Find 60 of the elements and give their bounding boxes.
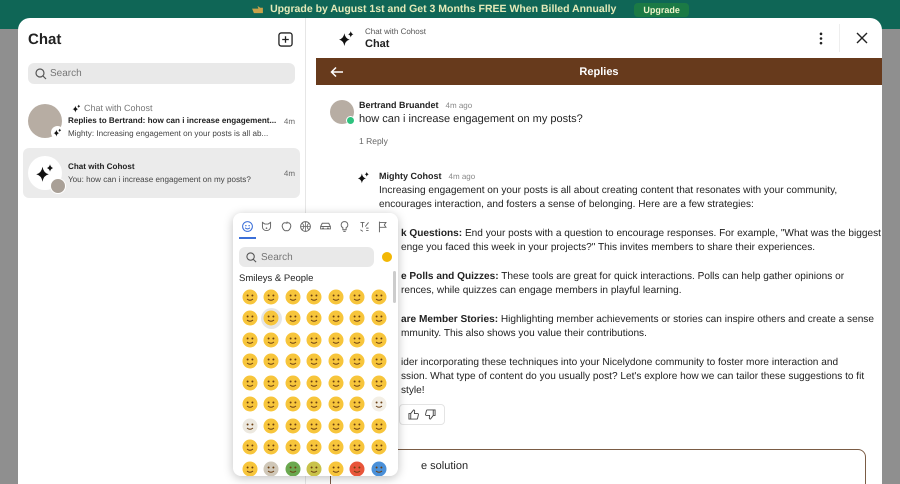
author-name: Bertrand Bruandet bbox=[359, 100, 439, 110]
chat-context: Chat with Cohost bbox=[84, 103, 153, 113]
avatar bbox=[28, 104, 62, 138]
reply-count[interactable]: 1 Reply bbox=[359, 136, 388, 146]
message-text: k Questions: End your posts with a question to encourage responses. For example, "What was the biggest bbox=[401, 226, 881, 241]
message-preview: Mighty: Increasing engagement on your posts is all ab... bbox=[68, 128, 270, 139]
search-field[interactable]: Search bbox=[28, 63, 295, 84]
apple-icon bbox=[280, 220, 293, 233]
message-text: how can i increase engagement on my posts? bbox=[359, 113, 583, 125]
close-icon[interactable] bbox=[856, 32, 868, 44]
chat-list-item[interactable]: Chat with Cohost Replies to Bertrand: how can i increase engagement... Mighty: Increasing engagement on your posts is all ab... 4m bbox=[23, 100, 300, 142]
author-name: Mighty Cohost bbox=[379, 171, 442, 181]
chat-list-item[interactable]: Chat with Cohost You: how can i increase engagement on my posts? 4m bbox=[23, 148, 300, 198]
message-text: are Member Stories: Highlighting member achievements or stories can inspire others and create a sense bbox=[401, 312, 875, 327]
message-text: ssion. What type of content do you usually post? Let's explore how we can tailor these suggestions to fit bbox=[401, 370, 866, 384]
emoji-search-field[interactable]: Search bbox=[239, 247, 374, 267]
lightbulb-icon bbox=[338, 220, 352, 233]
search-icon bbox=[35, 68, 47, 80]
sparkle-icon bbox=[53, 128, 62, 137]
chat-subtitle: Chat with Cohost bbox=[365, 26, 427, 36]
symbols-icon bbox=[358, 220, 371, 233]
timestamp: 4m ago bbox=[448, 172, 476, 181]
avatar bbox=[50, 178, 66, 194]
message-text: encourages interaction, and fosters a sense of belonging. Here are a few strategies: bbox=[379, 198, 755, 212]
smiley-icon bbox=[241, 220, 254, 233]
chat-title: Replies to Bertrand: how can i increase engagement... bbox=[68, 115, 278, 126]
pointing-hand-icon bbox=[251, 5, 264, 14]
sparkle-icon bbox=[35, 163, 55, 183]
animal-face-icon bbox=[260, 220, 274, 233]
message-text: ider incorporating these techniques into your Nicelydone community to foster more interaction and bbox=[401, 356, 840, 370]
emoji-category-tab[interactable] bbox=[239, 220, 256, 239]
timestamp: 4m ago bbox=[446, 101, 472, 110]
more-options-icon[interactable] bbox=[819, 32, 823, 44]
sidebar-title: Chat bbox=[28, 30, 62, 48]
chat-title: Chat bbox=[365, 38, 390, 50]
new-chat-icon[interactable] bbox=[278, 32, 293, 46]
section-heading: Smileys & People bbox=[239, 273, 314, 284]
scrollbar-thumb[interactable] bbox=[393, 271, 396, 303]
banner-text: Upgrade by August 1st and Get 3 Months FREE When Billed Annually bbox=[270, 3, 616, 16]
sparkle-icon bbox=[357, 171, 370, 184]
sparkle-icon bbox=[72, 104, 81, 112]
message-text: enge you faced this week in your projects?" This invites members to share their experiences. bbox=[401, 241, 816, 256]
message-text: e Polls and Quizzes: These tools are great for quick interactions. Polls can help gather opinions or bbox=[401, 270, 846, 284]
timestamp: 4m bbox=[284, 168, 295, 178]
message-preview: You: how can i increase engagement on my posts? bbox=[68, 174, 252, 185]
message-text: style! bbox=[401, 384, 426, 398]
ball-icon bbox=[299, 220, 312, 233]
message-text: Increasing engagement on your posts is all about creating content that resonates with your community, bbox=[379, 184, 838, 198]
sparkle-icon bbox=[338, 30, 355, 46]
message-text: mmunity. This also shows you value their contributions. bbox=[401, 326, 648, 341]
thumbs-down-icon[interactable] bbox=[425, 409, 436, 420]
flag-icon bbox=[376, 220, 390, 233]
timestamp: 4m bbox=[284, 116, 295, 126]
chat-title: Chat with Cohost bbox=[68, 161, 136, 172]
replies-title: Replies bbox=[578, 66, 620, 78]
thumbs-up-icon[interactable] bbox=[408, 409, 419, 420]
message-text: rences, while quizzes can engage members in playful learning. bbox=[401, 284, 683, 298]
search-icon bbox=[246, 252, 257, 263]
upgrade-button[interactable]: Upgrade bbox=[634, 3, 689, 17]
back-arrow-icon[interactable] bbox=[330, 66, 344, 78]
